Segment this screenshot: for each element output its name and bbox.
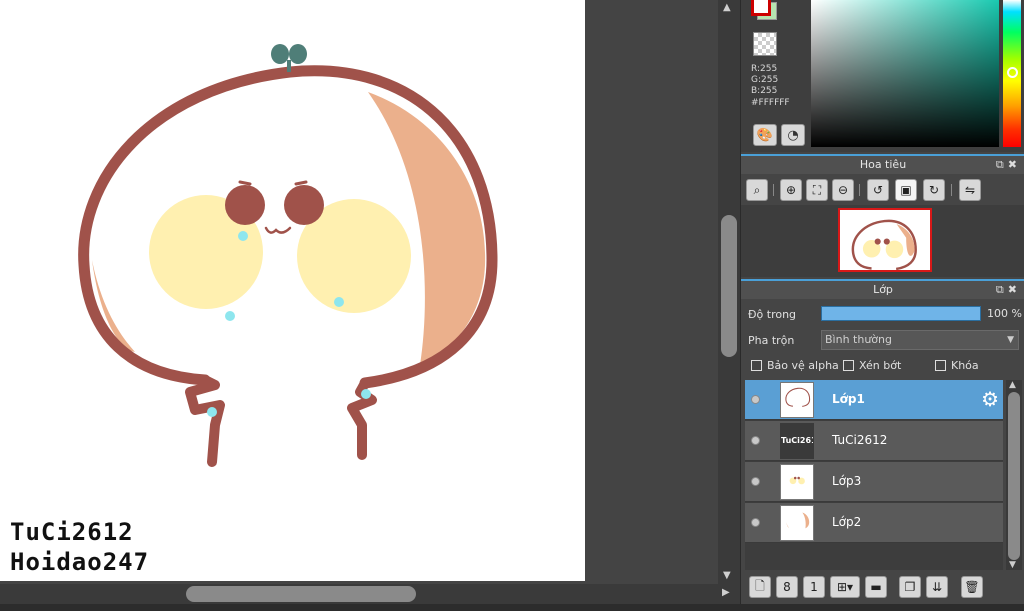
layers-title: Lớp bbox=[873, 283, 893, 296]
layer-name: Lớp1 bbox=[832, 392, 865, 406]
canvas-area[interactable]: TuCi2612 Hoidao247 bbox=[0, 0, 718, 584]
opacity-value: 100 % bbox=[987, 307, 1022, 320]
blend-mode-value: Bình thường bbox=[825, 333, 892, 346]
navigator-thumbnail[interactable] bbox=[838, 208, 932, 272]
lock-label: Khóa bbox=[951, 359, 979, 372]
blue-value: B:255 bbox=[751, 86, 778, 96]
layer-list: Lớp1 ⚙ TuCi2612 TuCi2612 Lớp3 bbox=[745, 380, 1003, 570]
flip-horizontal-icon[interactable]: ⇋ bbox=[959, 179, 981, 201]
delete-layer-icon[interactable]: 🗑 bbox=[961, 576, 983, 598]
navigator-title: Hoa tiêu bbox=[859, 158, 907, 171]
opacity-label: Độ trong bbox=[748, 308, 797, 321]
duplicate-layer-icon[interactable]: ❐ bbox=[899, 576, 921, 598]
layer-row-lop3[interactable]: Lớp3 bbox=[745, 462, 1003, 502]
visibility-icon[interactable] bbox=[751, 395, 760, 404]
zoom-in-icon[interactable]: ⊕ bbox=[780, 179, 802, 201]
close-icon[interactable]: ✖ bbox=[1008, 283, 1021, 296]
blend-mode-label: Pha trộn bbox=[748, 334, 795, 347]
new-layer-icon[interactable]: 🗋 bbox=[749, 576, 771, 598]
layer-row-lop2[interactable]: Lớp2 bbox=[745, 503, 1003, 543]
scroll-down-icon[interactable]: ▼ bbox=[723, 570, 731, 581]
status-strip bbox=[0, 604, 1024, 611]
checkbox-box[interactable] bbox=[935, 360, 946, 371]
color-history-icon[interactable]: ◔ bbox=[781, 124, 805, 146]
blend-mode-select[interactable]: Bình thường ▼ bbox=[821, 330, 1019, 350]
scroll-up-icon[interactable]: ▲ bbox=[1009, 380, 1016, 390]
transparent-color-swatch[interactable] bbox=[753, 32, 777, 56]
layer-row-lop1[interactable]: Lớp1 ⚙ bbox=[745, 380, 1003, 420]
clipping-checkbox[interactable]: Xén bớt bbox=[843, 359, 901, 372]
opacity-slider[interactable] bbox=[821, 306, 981, 321]
navigator-preview-area[interactable] bbox=[741, 205, 1024, 277]
visibility-icon[interactable] bbox=[751, 477, 760, 486]
layer-toolbar: 🗋 8 1 ⊞▾ ▬ ❐ ⇊ 🗑 bbox=[741, 572, 1024, 604]
zoom-actual-icon[interactable]: ⌕ bbox=[746, 179, 768, 201]
scroll-down-icon[interactable]: ▼ bbox=[1009, 560, 1016, 570]
horizontal-scroll-thumb[interactable] bbox=[186, 586, 416, 602]
protect-alpha-label: Bảo vệ alpha bbox=[767, 359, 839, 372]
color-panel: R:255 G:255 B:255 #FFFFFF 🎨 ◔ bbox=[741, 0, 1024, 152]
layer-thumbnail bbox=[780, 505, 814, 541]
palette-icon[interactable]: 🎨 bbox=[753, 124, 777, 146]
drawing-canvas[interactable]: TuCi2612 Hoidao247 bbox=[0, 0, 585, 581]
visibility-icon[interactable] bbox=[751, 518, 760, 527]
merge-down-icon[interactable]: ⇊ bbox=[926, 576, 948, 598]
close-icon[interactable]: ✖ bbox=[1008, 158, 1021, 171]
layer-list-scrollbar[interactable]: ▲ ▼ bbox=[1006, 380, 1022, 570]
zoom-out-icon[interactable]: ⊖ bbox=[832, 179, 854, 201]
layer-name: Lớp3 bbox=[832, 474, 862, 488]
checkbox-box[interactable] bbox=[843, 360, 854, 371]
canvas-horizontal-scrollbar[interactable]: ▶ bbox=[0, 584, 740, 604]
fit-screen-icon[interactable]: ⛶ bbox=[806, 179, 828, 201]
hex-value: #FFFFFF bbox=[751, 98, 790, 108]
artwork-illustration bbox=[78, 44, 498, 467]
red-value: R:255 bbox=[751, 64, 778, 74]
new-layer-8bit-icon[interactable]: 8 bbox=[776, 576, 798, 598]
scroll-up-icon[interactable]: ▲ bbox=[723, 2, 731, 13]
navigator-toolbar: ⌕ ⊕ ⛶ ⊖ ↺ ▣ ↻ ⇋ bbox=[741, 175, 1024, 205]
canvas-vertical-scrollbar[interactable]: ▲ ▼ bbox=[718, 0, 740, 584]
navigator-panel-header: Hoa tiêu ⧉✖ bbox=[741, 154, 1024, 174]
gear-icon[interactable]: ⚙ bbox=[981, 388, 999, 410]
new-folder-icon[interactable]: ▬ bbox=[865, 576, 887, 598]
clipping-label: Xén bớt bbox=[859, 359, 902, 372]
scroll-right-icon[interactable]: ▶ bbox=[722, 587, 730, 598]
layer-name: TuCi2612 bbox=[832, 433, 888, 447]
layer-scroll-thumb[interactable] bbox=[1008, 392, 1020, 560]
visibility-icon[interactable] bbox=[751, 436, 760, 445]
layer-name: Lớp2 bbox=[832, 515, 862, 529]
signature-line-1: TuCi2612 bbox=[10, 518, 134, 546]
new-layer-1bit-icon[interactable]: 1 bbox=[803, 576, 825, 598]
right-panel: R:255 G:255 B:255 #FFFFFF 🎨 ◔ Hoa tiêu ⧉… bbox=[740, 0, 1024, 604]
popout-icon[interactable]: ⧉ bbox=[996, 158, 1008, 171]
saturation-value-picker[interactable] bbox=[811, 0, 999, 147]
layer-row-tuci2612[interactable]: TuCi2612 TuCi2612 bbox=[745, 421, 1003, 461]
rotate-left-icon[interactable]: ↺ bbox=[867, 179, 889, 201]
lock-checkbox[interactable]: Khóa bbox=[935, 359, 979, 372]
app-window: TuCi2612 Hoidao247 ▲ ▼ ▶ R:255 G:255 B:2… bbox=[0, 0, 1024, 611]
layers-panel-header: Lớp ⧉✖ bbox=[741, 279, 1024, 299]
rotate-right-icon[interactable]: ↻ bbox=[923, 179, 945, 201]
foreground-color-swatch[interactable] bbox=[751, 0, 771, 16]
layer-thumbnail bbox=[780, 464, 814, 500]
vertical-scroll-thumb[interactable] bbox=[721, 215, 737, 357]
checkbox-box[interactable] bbox=[751, 360, 762, 371]
layer-thumbnail: TuCi2612 bbox=[780, 423, 814, 459]
chevron-down-icon: ▼ bbox=[1007, 335, 1014, 345]
green-value: G:255 bbox=[751, 75, 779, 85]
hue-slider-handle[interactable] bbox=[1007, 67, 1018, 78]
protect-alpha-checkbox[interactable]: Bảo vệ alpha bbox=[751, 359, 839, 372]
layer-thumbnail bbox=[780, 382, 814, 418]
signature-line-2: Hoidao247 bbox=[10, 548, 150, 576]
reset-view-icon[interactable]: ▣ bbox=[895, 179, 917, 201]
popout-icon[interactable]: ⧉ bbox=[996, 283, 1008, 296]
add-layer-menu-icon[interactable]: ⊞▾ bbox=[830, 576, 860, 598]
